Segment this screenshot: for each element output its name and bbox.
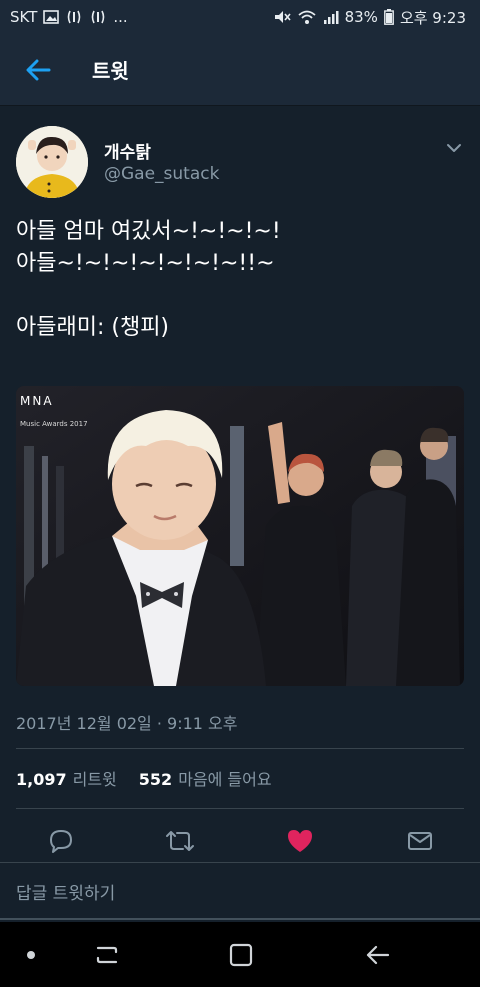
recent-apps-button[interactable]	[92, 940, 122, 970]
retweet-label[interactable]: 리트윗	[73, 766, 117, 790]
status-bar: SKT ... 83% 오후 9:23	[0, 0, 480, 34]
more-notifications: ...	[113, 8, 128, 26]
tweet-text-line	[16, 280, 464, 312]
cell-signal-icon	[323, 9, 339, 25]
carrier-label: SKT	[10, 8, 38, 26]
reply-button[interactable]	[46, 826, 76, 856]
home-button[interactable]	[226, 940, 256, 970]
share-message-button[interactable]	[405, 826, 435, 856]
tweet-timestamp[interactable]: 2017년 12월 02일 · 9:11 오후	[16, 710, 237, 734]
system-back-button[interactable]	[362, 940, 392, 970]
home-square-icon	[229, 943, 253, 967]
dot-icon	[27, 951, 35, 959]
tweet-text: 아들 엄마 여깄서~!~!~!~! 아들~!~!~!~!~!~!~!!~ 아들래…	[16, 216, 464, 344]
back-button[interactable]	[0, 34, 76, 106]
signal-wave-icon	[89, 9, 107, 25]
like-label[interactable]: 마음에 들어요	[178, 766, 271, 790]
like-count[interactable]: 552	[139, 770, 172, 789]
speech-bubble-icon	[50, 830, 72, 853]
media-photo	[16, 386, 464, 686]
tweet-stats: 1,097 리트윗 552 마음에 들어요	[16, 766, 272, 790]
author-handle[interactable]: @Gae_sutack	[104, 164, 219, 184]
clock: 오후 9:23	[399, 8, 466, 27]
tweet-text-line: 아들~!~!~!~!~!~!~!!~	[16, 251, 275, 276]
retweet-button[interactable]	[165, 826, 195, 856]
tweet-media-image[interactable]: MNA Music Awards 2017	[16, 386, 464, 686]
arrow-left-icon	[26, 59, 51, 80]
avatar[interactable]	[16, 126, 88, 198]
gallery-icon	[43, 10, 60, 24]
battery-icon	[384, 9, 394, 25]
recent-apps-icon	[96, 946, 118, 964]
nav-dot-button[interactable]	[16, 940, 46, 970]
mute-icon	[273, 9, 291, 25]
reply-bar: 답글 트윗하기	[0, 862, 480, 920]
media-caption: Music Awards 2017	[20, 420, 88, 428]
like-button[interactable]	[285, 826, 315, 856]
status-bar-left: SKT ...	[10, 8, 128, 26]
divider	[16, 808, 464, 809]
media-logo: MNA	[20, 394, 54, 408]
heart-icon	[288, 830, 312, 852]
signal-wave-icon	[65, 9, 83, 25]
app-bar: 트윗	[0, 34, 480, 106]
wifi-icon	[297, 9, 317, 25]
battery-percent: 83%	[344, 8, 378, 26]
retweet-count[interactable]: 1,097	[16, 770, 67, 789]
back-arrow-icon	[366, 945, 390, 965]
chevron-down-icon[interactable]	[444, 138, 464, 158]
page-title: 트윗	[92, 59, 129, 83]
status-bar-right: 83% 오후 9:23	[273, 7, 466, 28]
envelope-icon	[408, 832, 432, 850]
tweet-text-line: 아들래미: (챙피)	[16, 315, 170, 340]
system-nav-bar	[0, 922, 480, 987]
tweet-text-line: 아들 엄마 여깄서~!~!~!~!	[16, 219, 281, 244]
tweet-author[interactable]: 개수탉 @Gae_sutack	[16, 126, 464, 202]
retweet-icon	[166, 831, 194, 851]
reply-input[interactable]: 답글 트윗하기	[16, 879, 115, 904]
tweet-actions	[0, 818, 480, 862]
author-name[interactable]: 개수탉	[104, 138, 151, 163]
divider	[16, 748, 464, 749]
reply-input-underline	[0, 918, 480, 920]
